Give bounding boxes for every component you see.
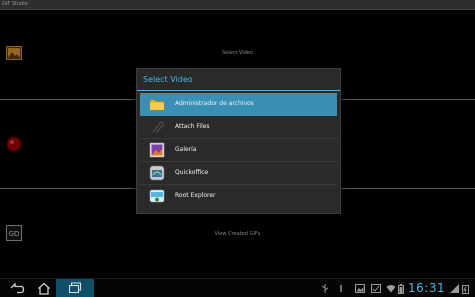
option-gallery[interactable]: Galería [140, 139, 337, 162]
recent-apps-icon [69, 282, 81, 293]
recent-apps-button[interactable] [56, 279, 94, 297]
option-label: Quickoffice [175, 169, 209, 176]
info-icon [340, 285, 342, 292]
option-label: Galería [175, 146, 197, 153]
option-root-explorer[interactable]: Root Explorer [140, 185, 337, 207]
option-label: Attach Files [175, 123, 210, 130]
usb-icon [321, 284, 329, 293]
app-title-bar: GIF Studio [0, 0, 475, 10]
quickoffice-icon [149, 165, 165, 181]
root-explorer-icon [149, 188, 165, 204]
folder-icon [149, 96, 165, 112]
select-video-dialog: Select Video Administrador de archivos A… [136, 68, 341, 214]
home-icon[interactable] [37, 282, 51, 295]
back-icon[interactable] [9, 282, 25, 295]
option-file-manager[interactable]: Administrador de archivos [140, 93, 337, 116]
signal-icon [450, 284, 459, 293]
paperclip-icon [149, 119, 165, 135]
dialog-title-divider [137, 90, 340, 91]
option-quickoffice[interactable]: Quickoffice [140, 162, 337, 185]
status-clock[interactable]: 16:31 [408, 281, 445, 295]
battery-icon [398, 284, 404, 294]
gallery-icon [149, 142, 165, 158]
battery-charging-icon [462, 285, 469, 294]
option-label: Root Explorer [175, 192, 216, 199]
screenshot-icon [355, 284, 365, 293]
system-navigation-bar: 16:31 [0, 278, 475, 297]
wifi-icon [386, 285, 396, 293]
option-attach-files[interactable]: Attach Files [140, 116, 337, 139]
image-notification-icon [371, 284, 381, 293]
option-label: Administrador de archivos [175, 100, 254, 107]
dialog-title: Select Video [143, 75, 193, 84]
app-title: GIF Studio [2, 1, 28, 7]
